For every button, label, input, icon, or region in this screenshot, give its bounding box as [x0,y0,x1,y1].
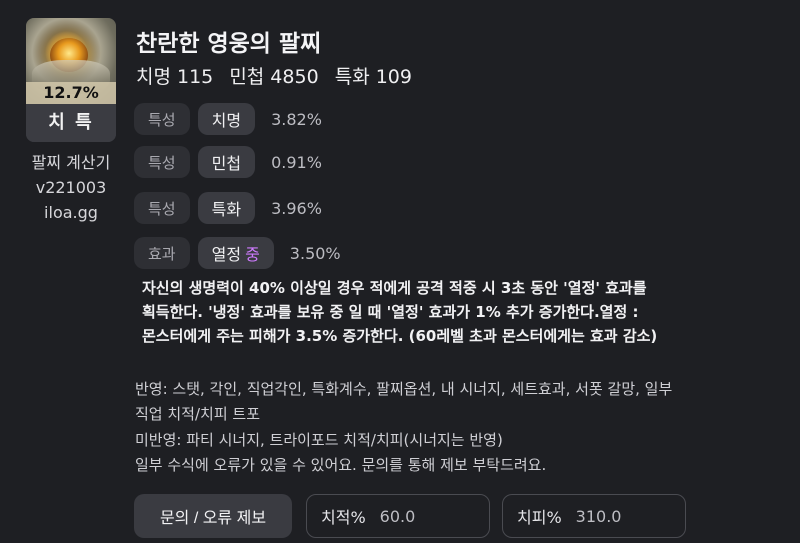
effect-value: 3.50% [289,243,341,263]
stat-agility: 민첩 4850 [229,66,319,88]
trait-tag: 특성 [134,103,190,135]
calculator-site: iloa.gg [44,203,98,222]
trait-row-specialization: 특성 특화 3.96% [134,192,322,224]
crit-rate-input[interactable] [379,506,480,526]
stat-crit: 치명 115 [136,66,214,88]
trait-name: 특화 [197,192,256,224]
effect-level: 중 [245,245,260,264]
effect-tag: 효과 [134,237,190,269]
calculator-name: 팔찌 계산기 [31,153,111,172]
effect-name: 열정 [211,245,242,264]
calculator-version: v221003 [35,178,107,197]
trait-name: 치명 [197,103,256,135]
trait-value: 3.96% [271,198,322,218]
effect-desc-line: 몬스터에게 주는 피해가 3.5% 증가한다. (60레벨 초과 몬스터에게는 … [142,327,658,345]
crit-rate-field[interactable]: 치적% [306,494,490,538]
effect-description: 자신의 생명력이 40% 이상일 경우 적에게 공격 적중 시 3초 동안 '열… [142,276,762,348]
crit-damage-field[interactable]: 치피% [502,494,686,538]
trait-row-crit: 특성 치명 3.82% [134,103,322,135]
trait-row-agility: 특성 민첩 0.91% [134,146,322,178]
trait-name: 민첩 [197,146,256,178]
note-error-report: 일부 수식에 오류가 있을 수 있어요. 문의를 통해 제보 부탁드려요. [135,456,547,474]
effect-desc-line: 자신의 생명력이 40% 이상일 경우 적에게 공격 적중 시 3초 동안 '열… [142,279,647,297]
effect-desc-line: 획득한다. '냉정' 효과를 보유 중 일 때 '열정' 효과가 1% 추가 증… [142,303,639,321]
trait-value: 3.82% [271,109,322,129]
item-percent: 12.7% [26,82,116,104]
trait-tag: 특성 [134,146,190,178]
note-applied-cont: 직업 치적/치피 트포 [135,405,260,423]
calculator-label: 팔찌 계산기 v221003 iloa.gg [16,150,126,225]
effect-row: 효과 열정 중 3.50% [134,237,341,269]
report-error-button[interactable]: 문의 / 오류 제보 [134,494,292,538]
crit-rate-label: 치적% [321,508,366,527]
note-not-applied: 미반영: 파티 시너지, 트라이포드 치적/치피(시너지는 반영) [135,431,503,449]
note-applied: 반영: 스탯, 각인, 직업각인, 특화계수, 팔찌옵션, 내 시너지, 세트효… [135,380,673,398]
trait-tag: 특성 [134,192,190,224]
effect-name-chip: 열정 중 [197,237,274,269]
item-title: 찬란한 영웅의 팔찌 [136,31,322,57]
stats-line: 치명 115 민첩 4850 특화 109 [136,62,422,89]
crit-damage-label: 치피% [517,508,562,527]
trait-value: 0.91% [271,152,322,172]
stat-specialization: 특화 109 [334,66,412,88]
item-grade: 치 특 [26,104,116,142]
item-card: 12.7% 치 특 [26,18,116,142]
crit-damage-input[interactable] [575,506,676,526]
